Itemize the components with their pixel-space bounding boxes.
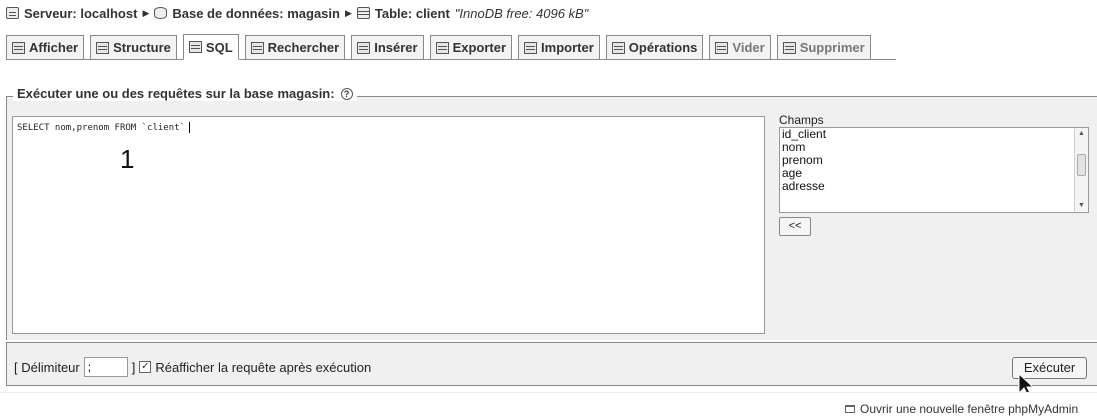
annotation-1: 1 [120, 144, 135, 174]
tab-operations[interactable]: Opérations [605, 35, 704, 59]
field-option[interactable]: nom [780, 141, 1088, 154]
export-icon [435, 41, 449, 54]
sql-text: SELECT nom,prenom FROM `client` [17, 123, 185, 133]
field-option[interactable]: age [780, 167, 1088, 180]
tab-label: Supprimer [799, 40, 865, 55]
breadcrumb-database[interactable]: Base de données: magasin [172, 6, 340, 21]
field-option[interactable]: id_client [780, 128, 1088, 141]
fields-listbox[interactable]: id_client nom prenom age adresse ▲ ▼ [779, 127, 1089, 213]
tab-sql[interactable]: SQL [182, 34, 239, 60]
tab-inserer[interactable]: Insérer [351, 35, 424, 59]
insert-icon [357, 41, 371, 54]
structure-icon [96, 41, 110, 54]
breadcrumb-server[interactable]: Serveur: localhost [24, 6, 137, 21]
help-icon[interactable]: ? [340, 87, 353, 100]
drop-icon [782, 41, 796, 54]
tab-label: Structure [113, 40, 171, 55]
server-icon [6, 7, 19, 19]
breadcrumb-arrow-icon: ▶ [142, 7, 150, 18]
new-window-icon [845, 405, 855, 413]
tab-label: SQL [205, 39, 233, 55]
scroll-up-icon[interactable]: ▲ [1075, 128, 1088, 140]
breadcrumb-arrow-icon: ▶ [344, 7, 352, 18]
fields-scrollbar[interactable]: ▲ ▼ [1074, 128, 1088, 212]
tab-label: Afficher [29, 40, 79, 55]
table-comment: "InnoDB free: 4096 kB" [454, 5, 589, 21]
browse-icon [12, 41, 25, 54]
tab-afficher[interactable]: Afficher [6, 35, 85, 59]
database-icon [154, 7, 168, 19]
new-window-link[interactable]: Ouvrir une nouvelle fenêtre phpMyAdmin [845, 402, 1078, 416]
sql-icon [188, 41, 202, 53]
empty-icon [715, 41, 729, 54]
delimiter-input[interactable] [83, 357, 128, 377]
tab-supprimer[interactable]: Supprimer [776, 35, 871, 59]
legend-db-name: magasin: [277, 86, 335, 101]
show-again-checkbox[interactable]: ✓ [139, 361, 152, 373]
scroll-thumb[interactable] [1077, 154, 1086, 176]
tab-rechercher[interactable]: Rechercher [244, 35, 346, 59]
tab-label: Vider [732, 40, 765, 55]
tab-bar: Afficher Structure SQL Rechercher Insére… [6, 34, 896, 60]
delimiter-row: [ Délimiteur ] ✓ Réafficher la requête a… [14, 357, 371, 377]
tab-exporter[interactable]: Exporter [429, 35, 513, 59]
tab-label: Rechercher [267, 40, 340, 55]
table-icon [356, 7, 370, 19]
tab-label: Importer [541, 40, 594, 55]
operations-icon [611, 41, 625, 54]
tab-structure[interactable]: Structure [90, 35, 177, 59]
search-icon [250, 41, 264, 54]
delimiter-label-close: ] [131, 359, 136, 375]
delimiter-label-open: [ Délimiteur [14, 359, 80, 375]
show-again-label[interactable]: Réafficher la requête après exécution [155, 360, 371, 375]
scroll-down-icon[interactable]: ▼ [1075, 200, 1088, 212]
legend-text: Exécuter une ou des requêtes sur la base [17, 86, 274, 101]
field-option[interactable]: adresse [780, 180, 1088, 193]
tab-label: Opérations [628, 40, 698, 55]
fields-label: Champs [779, 113, 824, 127]
import-icon [524, 41, 538, 54]
query-legend: Exécuter une ou des requêtes sur la base… [13, 86, 357, 101]
breadcrumb-table[interactable]: Table: client [375, 6, 450, 21]
text-caret [188, 122, 190, 133]
tab-importer[interactable]: Importer [518, 35, 600, 59]
field-option[interactable]: prenom [780, 154, 1088, 167]
tab-vider[interactable]: Vider [709, 35, 771, 59]
new-window-text[interactable]: Ouvrir une nouvelle fenêtre phpMyAdmin [860, 402, 1078, 416]
tab-label: Insérer [374, 40, 418, 55]
tab-label: Exporter [452, 40, 507, 55]
breadcrumb: Serveur: localhost ▶ Base de données: ma… [6, 3, 588, 23]
insert-field-button[interactable]: << [779, 217, 811, 236]
